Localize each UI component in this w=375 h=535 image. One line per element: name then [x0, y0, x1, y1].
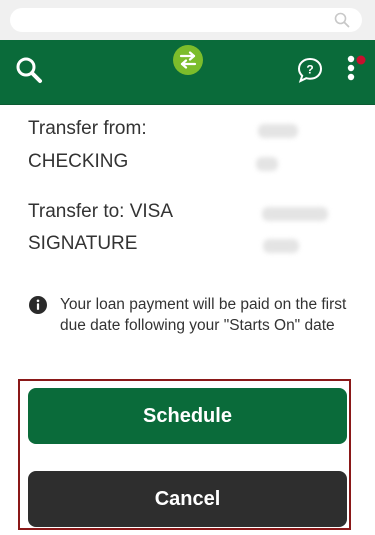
transfer-from-account: CHECKING [28, 151, 129, 172]
redacted-to-name [262, 207, 328, 221]
address-bar[interactable] [10, 8, 362, 32]
more-menu-icon[interactable] [342, 53, 368, 85]
transfer-icon[interactable] [173, 45, 203, 75]
search-icon[interactable] [14, 55, 44, 85]
notification-dot [356, 55, 366, 65]
search-icon [334, 12, 350, 28]
transfer-to-label: Transfer to: VISA [28, 201, 174, 222]
info-icon [29, 296, 47, 314]
browser-bar [0, 0, 375, 40]
svg-text:?: ? [306, 63, 313, 77]
redacted-from-name [258, 124, 298, 138]
schedule-button[interactable]: Schedule [28, 388, 347, 444]
transfer-from-label: Transfer from: [28, 118, 147, 139]
app-header: ? [0, 40, 375, 105]
cancel-button[interactable]: Cancel [28, 471, 347, 527]
loan-payment-note: Your loan payment will be paid on the fi… [60, 296, 347, 334]
redacted-to-number [263, 239, 299, 253]
transfer-to-account: SIGNATURE [28, 233, 138, 254]
help-chat-icon[interactable]: ? [296, 56, 324, 84]
redacted-from-number [256, 157, 278, 171]
